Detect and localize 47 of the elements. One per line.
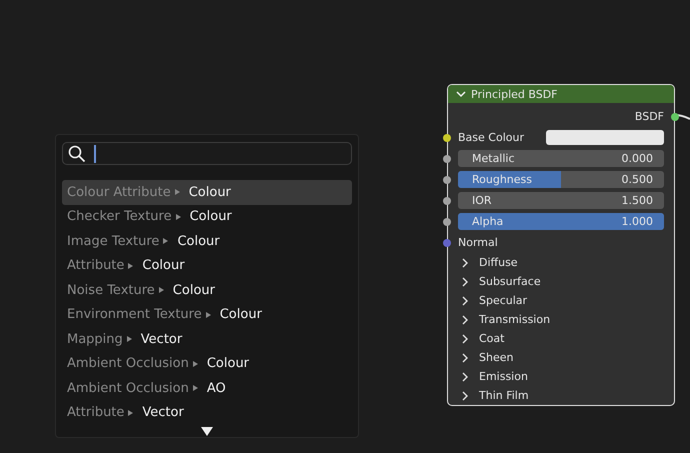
scroll-down-icon[interactable] (201, 427, 213, 436)
input-label: Base Colour (458, 131, 524, 144)
arrow-icon (128, 262, 134, 269)
panel-toggle[interactable]: Coat (448, 329, 674, 348)
input-socket[interactable] (443, 176, 451, 184)
panel-toggle[interactable]: Sheen (448, 348, 674, 367)
arrow-icon (206, 312, 211, 318)
output-socket[interactable] (671, 112, 679, 120)
arrow-icon (176, 214, 181, 220)
input-socket[interactable] (443, 134, 451, 142)
arrow-icon (192, 360, 198, 367)
search-result-item[interactable]: Ambient Occlusion Colour (62, 352, 352, 376)
arrow-icon (128, 410, 134, 416)
panel-toggle[interactable]: Diffuse (448, 253, 674, 272)
search-result-item[interactable]: Attribute Vector (62, 400, 352, 425)
search-icon (68, 144, 86, 162)
arrow-icon (163, 238, 168, 244)
output-label: BSDF (634, 110, 664, 123)
search-result-item[interactable]: Environment Texture Colour (62, 302, 352, 327)
panel-toggle[interactable]: Transmission (448, 310, 674, 329)
input-label: Normal (458, 236, 498, 249)
arrow-icon (192, 385, 198, 392)
search-result-item[interactable]: Image Texture Colour (62, 229, 352, 254)
input-socket[interactable] (443, 196, 451, 204)
search-result-item[interactable]: Attribute Colour (62, 254, 352, 278)
panel-toggle[interactable]: Thin Film (448, 386, 674, 405)
search-result-item[interactable]: Colour Attribute Colour (62, 180, 352, 204)
node-title: Principled BSDF (471, 88, 558, 100)
search-result-item[interactable]: Checker Texture Colour (62, 204, 352, 229)
value-slider[interactable]: Roughness 0.500 (458, 171, 664, 188)
arrow-icon (158, 287, 164, 294)
input-socket[interactable] (443, 218, 451, 226)
panel-toggle[interactable]: Emission (448, 367, 674, 386)
value-slider[interactable]: Alpha 1.000 (458, 213, 664, 230)
arrow-icon (126, 336, 132, 342)
colour-swatch[interactable] (546, 130, 664, 145)
panel-toggle[interactable]: Specular (448, 291, 674, 310)
search-field[interactable] (62, 142, 352, 165)
node-header[interactable]: Principled BSDF (448, 85, 674, 103)
search-result-item[interactable]: Mapping Vector (62, 327, 352, 352)
input-socket[interactable] (443, 238, 451, 246)
arrow-icon (174, 189, 180, 196)
chevron-icon[interactable] (456, 90, 466, 98)
panel-toggle[interactable]: Subsurface (448, 272, 674, 291)
search-result-item[interactable]: Noise Texture Colour (62, 278, 352, 302)
search-result-item[interactable]: Ambient Occlusion AO (62, 376, 352, 400)
input-socket[interactable] (443, 154, 451, 162)
